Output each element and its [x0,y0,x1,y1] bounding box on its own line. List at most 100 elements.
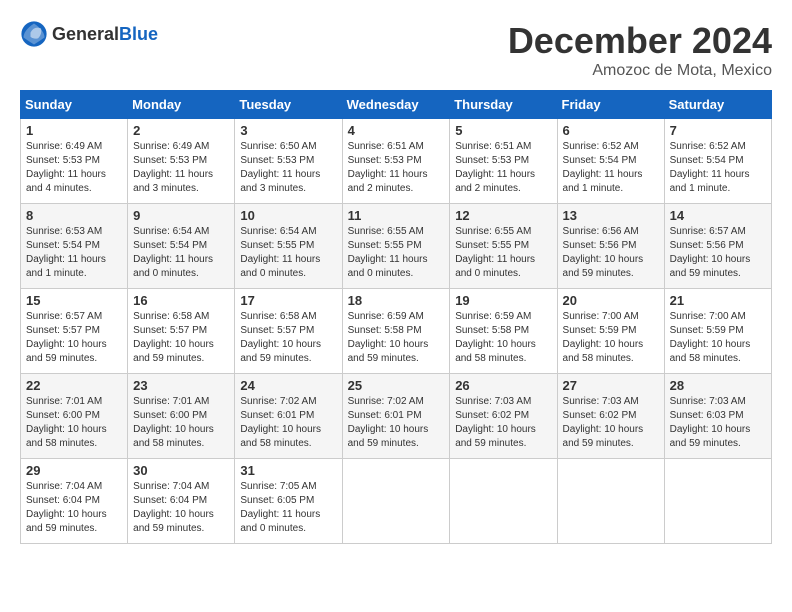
table-row: 2 Sunrise: 6:49 AM Sunset: 5:53 PM Daylig… [128,119,235,204]
table-row: 15 Sunrise: 6:57 AM Sunset: 5:57 PM Dayli… [21,289,128,374]
calendar-header-row: Sunday Monday Tuesday Wednesday Thursday… [21,91,772,119]
day-info: Sunrise: 7:04 AM Sunset: 6:04 PM Dayligh… [133,480,229,536]
day-number: 24 [240,378,336,393]
logo-blue: Blue [119,24,158,44]
day-info: Sunrise: 7:01 AM Sunset: 6:00 PM Dayligh… [133,395,229,451]
day-info: Sunrise: 6:52 AM Sunset: 5:54 PM Dayligh… [670,140,766,196]
table-row: 5 Sunrise: 6:51 AM Sunset: 5:53 PM Daylig… [450,119,557,204]
day-info: Sunrise: 6:59 AM Sunset: 5:58 PM Dayligh… [348,310,445,366]
day-number: 13 [563,208,659,223]
day-number: 26 [455,378,551,393]
col-monday: Monday [128,91,235,119]
day-info: Sunrise: 7:03 AM Sunset: 6:03 PM Dayligh… [670,395,766,451]
day-number: 20 [563,293,659,308]
table-row: 31 Sunrise: 7:05 AM Sunset: 6:05 PM Dayli… [235,459,342,544]
day-number: 27 [563,378,659,393]
table-row: 11 Sunrise: 6:55 AM Sunset: 5:55 PM Dayli… [342,204,450,289]
col-thursday: Thursday [450,91,557,119]
day-info: Sunrise: 6:54 AM Sunset: 5:55 PM Dayligh… [240,225,336,281]
day-info: Sunrise: 6:49 AM Sunset: 5:53 PM Dayligh… [26,140,122,196]
table-row: 8 Sunrise: 6:53 AM Sunset: 5:54 PM Daylig… [21,204,128,289]
table-row: 17Sunrise: 6:58 AM Sunset: 5:57 PM Dayli… [235,289,342,374]
day-info: Sunrise: 7:02 AM Sunset: 6:01 PM Dayligh… [348,395,445,451]
day-info: Sunrise: 6:51 AM Sunset: 5:53 PM Dayligh… [455,140,551,196]
col-saturday: Saturday [664,91,771,119]
day-number: 21 [670,293,766,308]
table-row: 16 Sunrise: 6:58 AM Sunset: 5:57 PM Dayli… [128,289,235,374]
day-info: Sunrise: 7:04 AM Sunset: 6:04 PM Dayligh… [26,480,122,536]
table-row: 14Sunrise: 6:57 AM Sunset: 5:56 PM Dayli… [664,204,771,289]
table-row: 7 Sunrise: 6:52 AM Sunset: 5:54 PM Daylig… [664,119,771,204]
calendar-row-1: 1Sunrise: 6:49 AM Sunset: 5:53 PM Daylig… [21,119,772,204]
day-info: Sunrise: 6:53 AM Sunset: 5:54 PM Dayligh… [26,225,122,281]
day-number: 31 [240,463,336,478]
table-row [450,459,557,544]
day-number: 30 [133,463,229,478]
day-info: Sunrise: 6:54 AM Sunset: 5:54 PM Dayligh… [133,225,229,281]
col-sunday: Sunday [21,91,128,119]
day-number: 23 [133,378,229,393]
calendar-row-5: 29 Sunrise: 7:04 AM Sunset: 6:04 PM Dayli… [21,459,772,544]
day-info: Sunrise: 6:52 AM Sunset: 5:54 PM Dayligh… [563,140,659,196]
day-info: Sunrise: 7:01 AM Sunset: 6:00 PM Dayligh… [26,395,122,451]
day-number: 7 [670,123,766,138]
calendar-row-4: 22 Sunrise: 7:01 AM Sunset: 6:00 PM Dayli… [21,374,772,459]
day-number: 8 [26,208,122,223]
day-info: Sunrise: 6:55 AM Sunset: 5:55 PM Dayligh… [348,225,445,281]
logo: GeneralBlue [20,20,158,48]
table-row: 26Sunrise: 7:03 AM Sunset: 6:02 PM Dayli… [450,374,557,459]
table-row: 6 Sunrise: 6:52 AM Sunset: 5:54 PM Daylig… [557,119,664,204]
logo-icon [20,20,48,48]
day-number: 10 [240,208,336,223]
day-number: 4 [348,123,445,138]
day-info: Sunrise: 6:55 AM Sunset: 5:55 PM Dayligh… [455,225,551,281]
day-info: Sunrise: 6:57 AM Sunset: 5:56 PM Dayligh… [670,225,766,281]
day-info: Sunrise: 7:00 AM Sunset: 5:59 PM Dayligh… [670,310,766,366]
table-row [557,459,664,544]
logo-general: General [52,24,119,44]
calendar-row-2: 8 Sunrise: 6:53 AM Sunset: 5:54 PM Daylig… [21,204,772,289]
table-row: 3Sunrise: 6:50 AM Sunset: 5:53 PM Daylig… [235,119,342,204]
page-header: GeneralBlue December 2024 Amozoc de Mota… [20,20,772,80]
table-row: 24 Sunrise: 7:02 AM Sunset: 6:01 PM Dayli… [235,374,342,459]
col-friday: Friday [557,91,664,119]
day-info: Sunrise: 6:49 AM Sunset: 5:53 PM Dayligh… [133,140,229,196]
table-row: 23 Sunrise: 7:01 AM Sunset: 6:00 PM Dayli… [128,374,235,459]
table-row: 19 Sunrise: 6:59 AM Sunset: 5:58 PM Dayli… [450,289,557,374]
calendar-row-3: 15 Sunrise: 6:57 AM Sunset: 5:57 PM Dayli… [21,289,772,374]
day-info: Sunrise: 6:56 AM Sunset: 5:56 PM Dayligh… [563,225,659,281]
table-row: 30 Sunrise: 7:04 AM Sunset: 6:04 PM Dayli… [128,459,235,544]
day-info: Sunrise: 6:51 AM Sunset: 5:53 PM Dayligh… [348,140,445,196]
table-row [342,459,450,544]
day-info: Sunrise: 7:05 AM Sunset: 6:05 PM Dayligh… [240,480,336,536]
table-row [664,459,771,544]
day-number: 5 [455,123,551,138]
day-number: 6 [563,123,659,138]
day-info: Sunrise: 6:57 AM Sunset: 5:57 PM Dayligh… [26,310,122,366]
day-number: 2 [133,123,229,138]
table-row: 12 Sunrise: 6:55 AM Sunset: 5:55 PM Dayli… [450,204,557,289]
day-number: 17 [240,293,336,308]
day-number: 28 [670,378,766,393]
table-row: 29 Sunrise: 7:04 AM Sunset: 6:04 PM Dayli… [21,459,128,544]
day-info: Sunrise: 7:00 AM Sunset: 5:59 PM Dayligh… [563,310,659,366]
day-number: 29 [26,463,122,478]
table-row: 25Sunrise: 7:02 AM Sunset: 6:01 PM Dayli… [342,374,450,459]
table-row: 4 Sunrise: 6:51 AM Sunset: 5:53 PM Daylig… [342,119,450,204]
day-info: Sunrise: 6:58 AM Sunset: 5:57 PM Dayligh… [133,310,229,366]
day-info: Sunrise: 7:03 AM Sunset: 6:02 PM Dayligh… [563,395,659,451]
table-row: 18Sunrise: 6:59 AM Sunset: 5:58 PM Dayli… [342,289,450,374]
day-info: Sunrise: 7:02 AM Sunset: 6:01 PM Dayligh… [240,395,336,451]
day-number: 15 [26,293,122,308]
title-section: December 2024 Amozoc de Mota, Mexico [508,20,772,80]
day-number: 19 [455,293,551,308]
day-number: 22 [26,378,122,393]
table-row: 9 Sunrise: 6:54 AM Sunset: 5:54 PM Daylig… [128,204,235,289]
day-number: 16 [133,293,229,308]
table-row: 28 Sunrise: 7:03 AM Sunset: 6:03 PM Dayli… [664,374,771,459]
day-number: 9 [133,208,229,223]
day-info: Sunrise: 6:59 AM Sunset: 5:58 PM Dayligh… [455,310,551,366]
day-number: 12 [455,208,551,223]
day-number: 11 [348,208,445,223]
month-title: December 2024 [508,20,772,62]
